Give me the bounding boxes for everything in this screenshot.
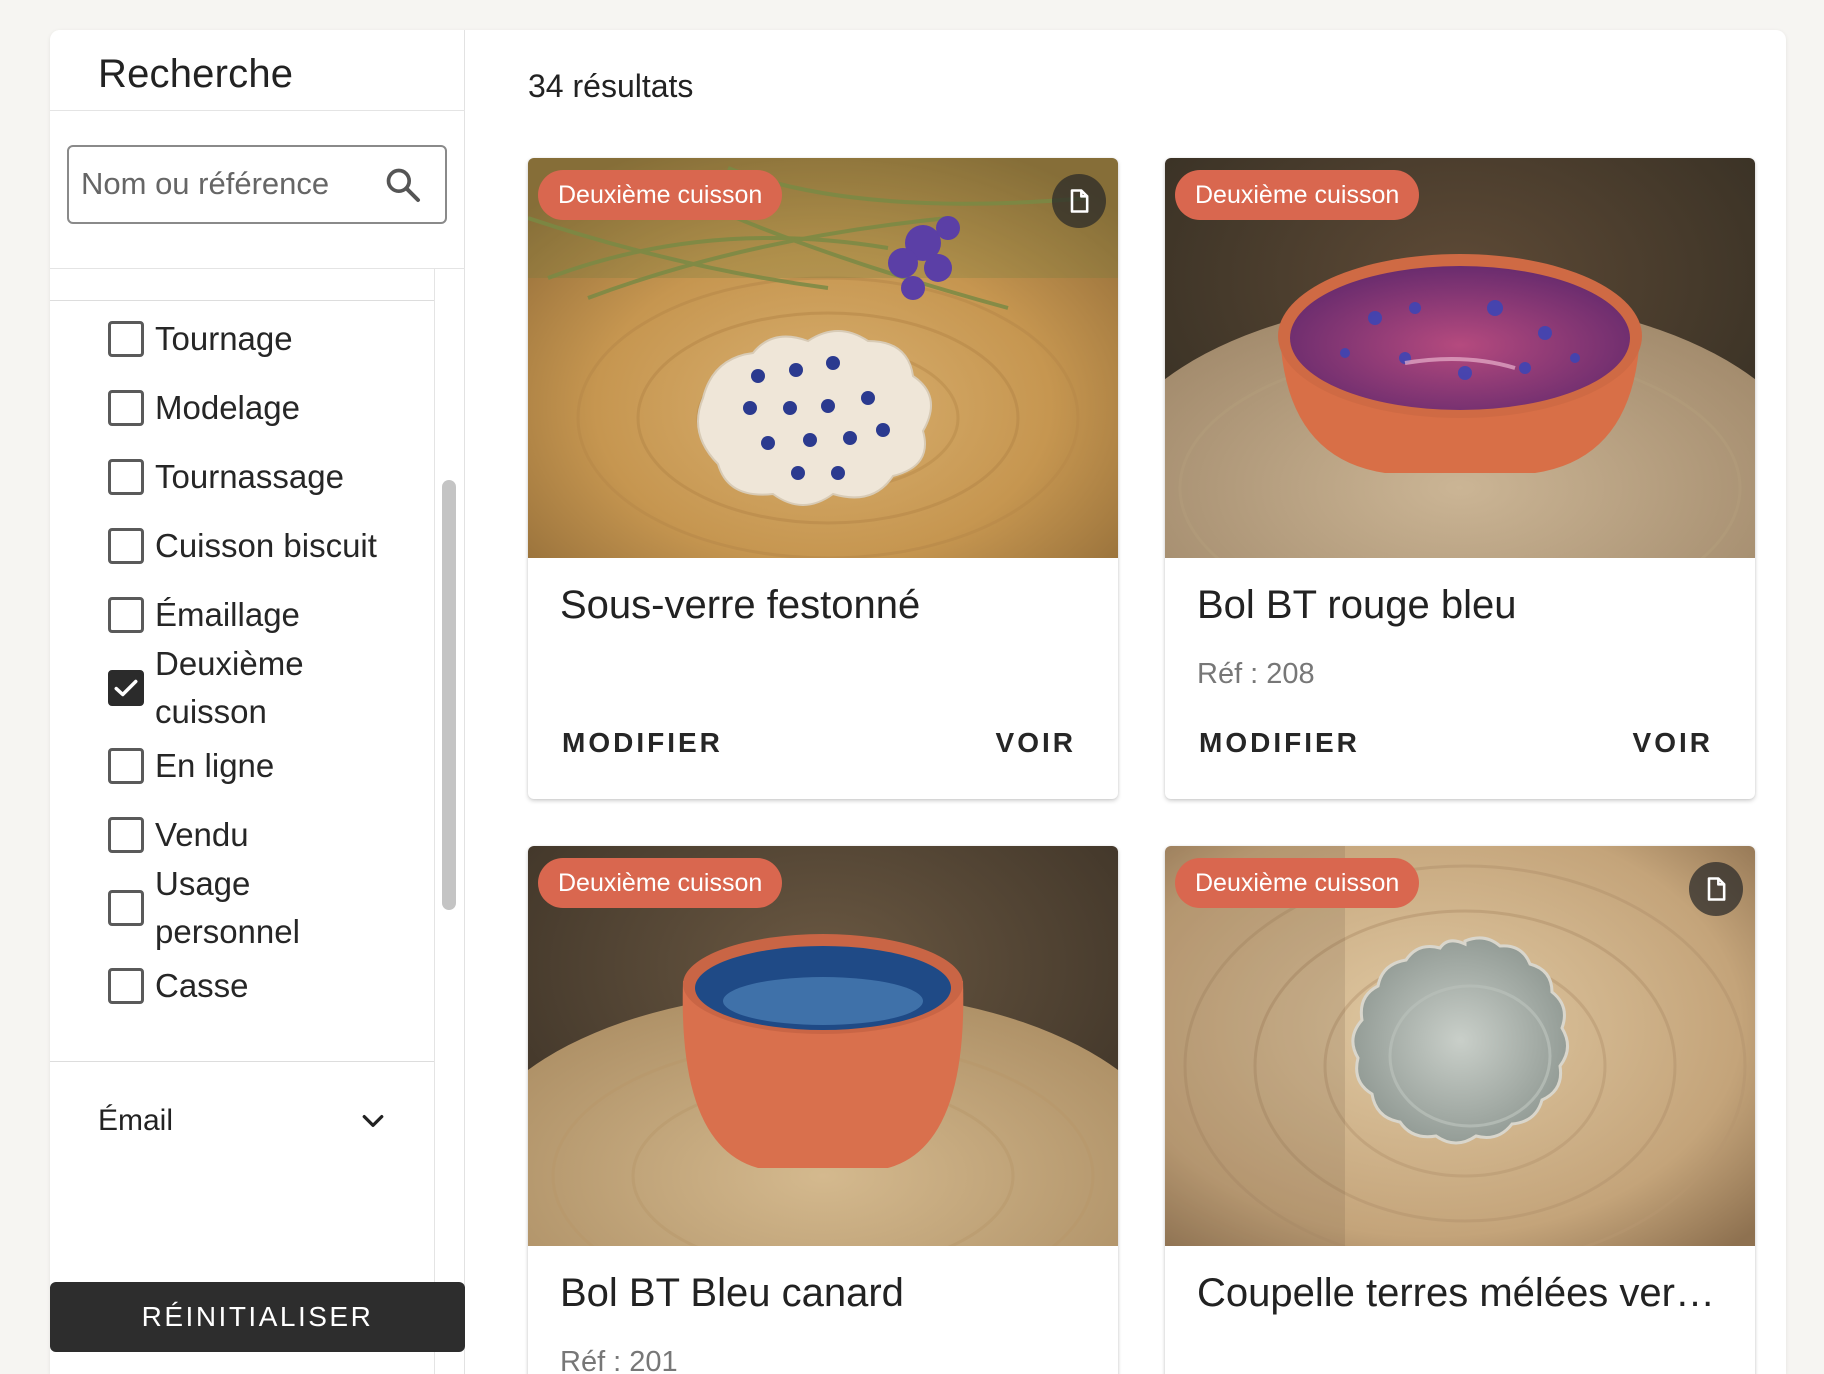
checkbox[interactable]: [108, 597, 144, 633]
status-chip: Deuxième cuisson: [538, 858, 783, 908]
card-actions: MODIFIER VOIR: [528, 698, 1118, 788]
filter-label: Casse: [155, 967, 249, 1004]
chevron-down-icon[interactable]: [358, 1106, 388, 1136]
filter-label: En ligne: [155, 747, 275, 784]
product-title: Sous-verre festonné: [560, 583, 921, 627]
product-reference: Réf : 208: [1197, 658, 1315, 690]
filter-deuxieme-cuisson[interactable]: Deuxième cuisson: [108, 640, 338, 736]
product-image[interactable]: Deuxième cuisson: [528, 846, 1118, 1246]
modify-button[interactable]: MODIFIER: [562, 698, 723, 788]
filter-label: Vendu: [155, 816, 249, 853]
filter-label: Usage personnel: [155, 865, 300, 950]
filter-label: Tournage: [155, 320, 293, 357]
checkbox[interactable]: [108, 528, 144, 564]
app-window: Recherche Tournage Modelage Tournassage: [50, 30, 1786, 1374]
product-image[interactable]: Deuxième cuisson: [528, 158, 1118, 558]
checkbox[interactable]: [108, 968, 144, 1004]
filter-modelage[interactable]: Modelage: [108, 384, 408, 432]
product-title: Bol BT rouge bleu: [1197, 583, 1517, 627]
product-title: Coupelle terres mélées ver…: [1197, 1271, 1715, 1315]
filter-usage-personnel[interactable]: Usage personnel: [108, 860, 338, 956]
status-chip: Deuxième cuisson: [538, 170, 783, 220]
filter-label: Émaillage: [155, 596, 300, 633]
sidebar-title: Recherche: [98, 52, 294, 96]
product-image[interactable]: Deuxième cuisson: [1165, 846, 1755, 1246]
filter-en-ligne[interactable]: En ligne: [108, 742, 408, 790]
results-count: 34 résultats: [528, 68, 694, 104]
product-card[interactable]: Deuxième cuisson Sous-verre festonné MOD…: [528, 158, 1118, 799]
modify-button[interactable]: MODIFIER: [1199, 698, 1360, 788]
filter-label: Tournassage: [155, 458, 344, 495]
checkmark-icon: [114, 679, 138, 697]
document-badge[interactable]: [1689, 862, 1743, 916]
checkbox[interactable]: [108, 890, 144, 926]
search-sidebar: Recherche Tournage Modelage Tournassage: [50, 30, 465, 1374]
email-section-header[interactable]: Émail: [98, 1104, 388, 1138]
product-reference: Réf : 201: [560, 1346, 678, 1374]
status-chip: Deuxième cuisson: [1175, 858, 1420, 908]
view-button[interactable]: VOIR: [1633, 698, 1713, 788]
checkbox[interactable]: [108, 748, 144, 784]
divider: [50, 1061, 434, 1062]
email-section-label: Émail: [98, 1104, 174, 1137]
filter-tournage[interactable]: Tournage: [108, 315, 408, 363]
document-badge[interactable]: [1052, 174, 1106, 228]
search-field[interactable]: [67, 145, 447, 224]
card-actions: MODIFIER VOIR: [1165, 698, 1755, 788]
filter-tournassage[interactable]: Tournassage: [108, 453, 408, 501]
filter-label: Cuisson biscuit: [155, 527, 377, 564]
product-card[interactable]: Deuxième cuisson Bol BT Bleu canard Réf …: [528, 846, 1118, 1374]
sidebar-scrollbar[interactable]: [442, 480, 456, 910]
search-input[interactable]: [81, 159, 381, 209]
filter-casse[interactable]: Casse: [108, 962, 408, 1010]
checkbox[interactable]: [108, 817, 144, 853]
divider: [50, 300, 434, 301]
product-title: Bol BT Bleu canard: [560, 1271, 904, 1315]
view-button[interactable]: VOIR: [996, 698, 1076, 788]
status-chip: Deuxième cuisson: [1175, 170, 1420, 220]
divider: [50, 110, 465, 111]
search-icon[interactable]: [383, 165, 423, 205]
product-card[interactable]: Deuxième cuisson Bol BT rouge bleu Réf :…: [1165, 158, 1755, 799]
filter-vendu[interactable]: Vendu: [108, 811, 408, 859]
filter-cuisson-biscuit[interactable]: Cuisson biscuit: [108, 522, 408, 570]
document-icon: [1707, 877, 1726, 901]
filter-label: Modelage: [155, 389, 300, 426]
product-card[interactable]: Deuxième cuisson Coupelle terres mélées …: [1165, 846, 1755, 1374]
filter-emaillage[interactable]: Émaillage: [108, 591, 408, 639]
checkbox[interactable]: [108, 321, 144, 357]
product-image[interactable]: Deuxième cuisson: [1165, 158, 1755, 558]
filter-label: Deuxième cuisson: [155, 645, 304, 730]
document-icon: [1070, 189, 1089, 213]
checkbox-checked[interactable]: [108, 670, 144, 706]
checkbox[interactable]: [108, 459, 144, 495]
checkbox[interactable]: [108, 390, 144, 426]
reset-button[interactable]: RÉINITIALISER: [50, 1282, 465, 1352]
status-filter-panel: Tournage Modelage Tournassage Cuisson bi…: [50, 269, 435, 1374]
